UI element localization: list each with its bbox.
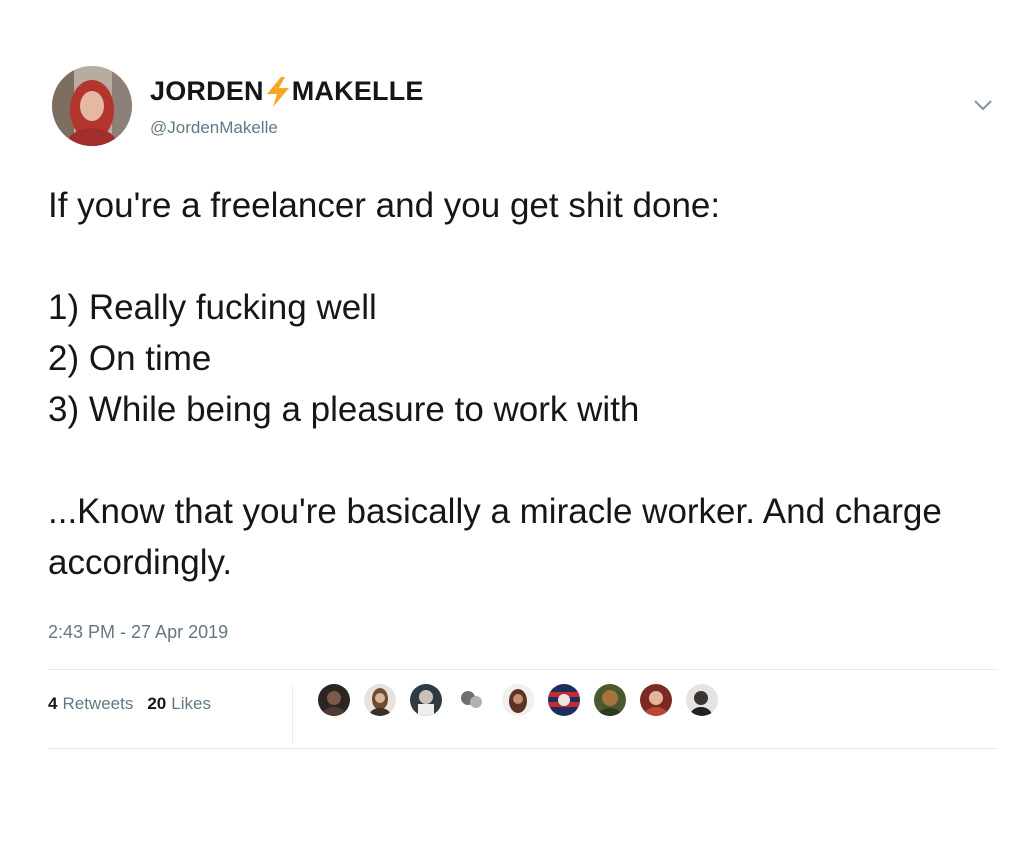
display-name-first: JORDEN — [150, 76, 264, 106]
chevron-down-icon[interactable] — [973, 98, 993, 112]
liker-photo-icon — [318, 684, 350, 716]
liker-photo-icon — [640, 684, 672, 716]
retweets-stat[interactable]: 4 Retweets — [48, 694, 133, 714]
liker-photo-icon — [410, 684, 442, 716]
divider-bottom — [48, 748, 998, 749]
likes-count: 20 — [147, 694, 167, 713]
lightning-bolt-icon — [266, 76, 289, 107]
liker-photo-icon — [456, 684, 488, 716]
liker-avatar[interactable] — [686, 684, 718, 716]
retweets-label: Retweets — [62, 694, 134, 713]
liker-avatar[interactable] — [410, 684, 442, 716]
avatar-photo-icon — [52, 66, 132, 146]
display-name-last: MAKELLE — [291, 76, 424, 106]
liker-avatar[interactable] — [364, 684, 396, 716]
liker-photo-icon — [594, 684, 626, 716]
user-avatar[interactable] — [52, 66, 132, 146]
liker-photo-icon — [364, 684, 396, 716]
tweet-stats: 4 Retweets 20 Likes — [48, 694, 225, 714]
stats-separator — [292, 686, 293, 744]
likers-avatar-list — [318, 684, 732, 716]
tweet-list-item-2: 2) On time — [48, 339, 212, 378]
tweet-conclusion: ...Know that you're basically a miracle … — [48, 492, 942, 582]
liker-avatar[interactable] — [640, 684, 672, 716]
likes-stat[interactable]: 20 Likes — [147, 694, 211, 714]
user-handle[interactable]: @JordenMakelle — [150, 118, 278, 138]
liker-avatar[interactable] — [548, 684, 580, 716]
tweet-intro: If you're a freelancer and you get shit … — [48, 186, 721, 225]
tweet-list-item-1: 1) Really fucking well — [48, 288, 377, 327]
divider-top — [48, 669, 998, 670]
retweets-count: 4 — [48, 694, 58, 713]
liker-avatar[interactable] — [594, 684, 626, 716]
likes-label: Likes — [171, 694, 211, 713]
liker-avatar[interactable] — [502, 684, 534, 716]
liker-photo-icon — [686, 684, 718, 716]
tweet-timestamp[interactable]: 2:43 PM - 27 Apr 2019 — [48, 622, 228, 643]
liker-avatar[interactable] — [456, 684, 488, 716]
liker-photo-icon — [502, 684, 534, 716]
user-display-name[interactable]: JORDEN MAKELLE — [150, 76, 424, 107]
liker-photo-icon — [548, 684, 580, 716]
liker-avatar[interactable] — [318, 684, 350, 716]
tweet-text: If you're a freelancer and you get shit … — [48, 180, 968, 588]
tweet-list-item-3: 3) While being a pleasure to work with — [48, 390, 640, 429]
